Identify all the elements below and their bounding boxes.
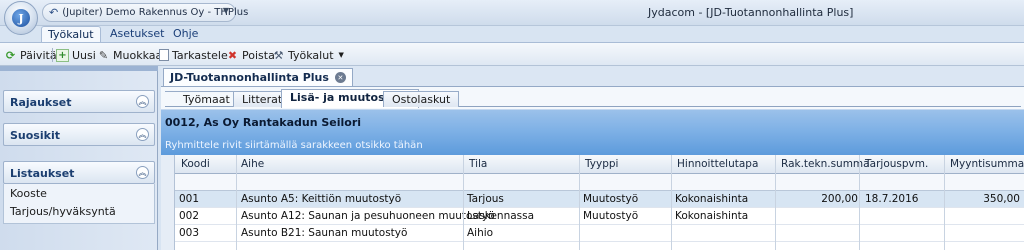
pencil-icon: ✎ bbox=[98, 48, 109, 62]
tools-icon: ⚒ bbox=[273, 48, 284, 62]
new-label: Uusi bbox=[72, 48, 96, 62]
cell-aihe: Asunto A12: Saunan ja pesuhuoneen muutos… bbox=[241, 210, 495, 222]
cell-tyyppi: Muutostyö bbox=[583, 193, 639, 205]
collapse-icon[interactable]: ︽ bbox=[136, 95, 149, 108]
data-grid: Koodi Aihe Tila Tyyppi Hinnoittelutapa R… bbox=[161, 155, 1024, 250]
sidebar-group-title: Rajaukset bbox=[10, 96, 72, 109]
column-header-tila[interactable]: Tila bbox=[469, 158, 487, 170]
column-header-myyntisumma[interactable]: Myyntisumma bbox=[950, 158, 1024, 170]
delete-label: Poista bbox=[242, 48, 275, 62]
column-divider bbox=[859, 155, 860, 250]
column-header-hinnoittelutapa[interactable]: Hinnoittelutapa bbox=[677, 158, 758, 170]
sidebar-item-kooste[interactable]: Kooste bbox=[10, 187, 47, 200]
cell-koodi: 003 bbox=[179, 227, 200, 239]
cell-tila: Laskennassa bbox=[467, 210, 535, 222]
cell-tila: Tarjous bbox=[467, 193, 504, 205]
refresh-icon: ⟳ bbox=[5, 48, 16, 62]
tab-ostolaskut[interactable]: Ostolaskut bbox=[383, 91, 460, 107]
project-header: 0012, As Oy Rantakadun Seilori Ryhmittel… bbox=[161, 109, 1024, 155]
undo-icon[interactable]: ↶ bbox=[49, 6, 58, 19]
collapse-icon[interactable]: ︽ bbox=[136, 128, 149, 141]
toolbar-separator bbox=[52, 48, 53, 62]
tab-tyomaat[interactable]: Työmaat bbox=[165, 91, 239, 107]
delete-icon: ✖ bbox=[227, 48, 238, 62]
column-divider bbox=[579, 155, 580, 250]
app-logo-icon: J bbox=[12, 9, 30, 27]
listaukset-items: Kooste Tarjous/hyväksyntä bbox=[3, 184, 155, 224]
tools-dropdown-button[interactable]: ⚒ Työkalut ▼ bbox=[272, 46, 344, 64]
cell-myyntisumma: 350,00 bbox=[983, 193, 1020, 205]
table-row[interactable]: ▶ 001 Asunto A5: Keittiön muutostyö Tarj… bbox=[161, 191, 1024, 208]
tab-ohje[interactable]: Ohje bbox=[167, 26, 204, 42]
view-button[interactable]: Tarkastele bbox=[159, 46, 228, 64]
cell-hinnoittelutapa: Kokonaishinta bbox=[675, 193, 749, 205]
row-indicator-column bbox=[161, 155, 175, 250]
refresh-button[interactable]: ⟳ Päivitä bbox=[4, 46, 57, 64]
window-title: Jydacom - [JD-Tuotannonhallinta Plus] bbox=[648, 6, 854, 19]
document-area: Työmaat Litterat Lisä- ja muutostyöt Ost… bbox=[161, 86, 1024, 250]
close-icon[interactable]: ✕ bbox=[334, 72, 346, 83]
sidebar-group-suosikit[interactable]: Suosikit ︽ bbox=[3, 123, 155, 146]
tools-label: Työkalut bbox=[288, 48, 334, 62]
document-icon bbox=[159, 49, 169, 61]
table-row[interactable]: 003 Asunto B21: Saunan muutostyö Aihio bbox=[161, 225, 1024, 242]
column-divider bbox=[236, 155, 237, 250]
column-header-koodi[interactable]: Koodi bbox=[181, 158, 210, 170]
document-tab[interactable]: JD-Tuotannonhallinta Plus ✕ bbox=[163, 68, 353, 86]
content-panel: JD-Tuotannonhallinta Plus ✕ Työmaat Litt… bbox=[161, 66, 1024, 250]
navigation-sidebar: Rajaukset ︽ Suosikit ︽ Listaukset ︽ Koos… bbox=[0, 66, 158, 250]
new-button[interactable]: + Uusi bbox=[56, 46, 96, 64]
sub-tabs: Työmaat Litterat Lisä- ja muutostyöt Ost… bbox=[165, 89, 1021, 108]
application-menu-button[interactable]: J bbox=[4, 1, 38, 35]
table-row[interactable]: 002 Asunto A12: Saunan ja pesuhuoneen mu… bbox=[161, 208, 1024, 225]
group-by-drop-area[interactable]: Ryhmittele rivit siirtämällä sarakkeen o… bbox=[165, 140, 423, 151]
collapse-icon[interactable]: ︽ bbox=[136, 166, 149, 179]
cell-aihe: Asunto B21: Saunan muutostyö bbox=[241, 227, 408, 239]
delete-button[interactable]: ✖ Poista bbox=[226, 46, 275, 64]
project-title: 0012, As Oy Rantakadun Seilori bbox=[165, 116, 362, 129]
cell-tarjouspvm: 18.7.2016 bbox=[865, 193, 919, 205]
sidebar-header-strip bbox=[0, 66, 158, 71]
grid-header: Koodi Aihe Tila Tyyppi Hinnoittelutapa R… bbox=[161, 155, 1024, 174]
filter-row[interactable]: ▽ bbox=[161, 174, 1024, 191]
column-header-tyyppi[interactable]: Tyyppi bbox=[585, 158, 618, 170]
quick-access-company: (Jupiter) Demo Rakennus Oy - THPlus bbox=[62, 7, 249, 18]
add-icon: + bbox=[56, 48, 69, 62]
sidebar-group-title: Listaukset bbox=[10, 167, 75, 180]
edit-label: Muokkaa bbox=[113, 48, 163, 62]
cell-hinnoittelutapa: Kokonaishinta bbox=[675, 210, 749, 222]
column-divider bbox=[671, 155, 672, 250]
view-label: Tarkastele bbox=[172, 48, 228, 62]
chevron-down-icon[interactable]: ▼ bbox=[223, 6, 229, 15]
cell-tila: Aihio bbox=[467, 227, 494, 239]
sidebar-group-rajaukset[interactable]: Rajaukset ︽ bbox=[3, 90, 155, 113]
cell-aihe: Asunto A5: Keittiön muutostyö bbox=[241, 193, 402, 205]
sidebar-group-listaukset[interactable]: Listaukset ︽ bbox=[3, 161, 155, 184]
cell-koodi: 001 bbox=[179, 193, 200, 205]
quick-access-toolbar[interactable]: ↶ (Jupiter) Demo Rakennus Oy - THPlus ▼ bbox=[42, 3, 248, 22]
toolbar: ⟳ Päivitä + Uusi ✎ Muokkaa Tarkastele ✖ … bbox=[0, 42, 1024, 66]
chevron-down-icon: ▼ bbox=[338, 51, 344, 59]
column-divider bbox=[775, 155, 776, 250]
edit-button[interactable]: ✎ Muokkaa bbox=[97, 46, 162, 64]
cell-koodi: 002 bbox=[179, 210, 200, 222]
column-header-rak-tekn-summa[interactable]: Rak.tekn.summa bbox=[781, 158, 870, 170]
tab-asetukset[interactable]: Asetukset bbox=[104, 26, 171, 42]
sidebar-item-tarjous-hyvaksynta[interactable]: Tarjous/hyväksyntä bbox=[10, 205, 116, 218]
column-header-tarjouspvm[interactable]: Tarjouspvm. bbox=[865, 158, 928, 170]
column-divider bbox=[463, 155, 464, 250]
cell-tyyppi: Muutostyö bbox=[583, 210, 639, 222]
sidebar-group-title: Suosikit bbox=[10, 129, 60, 142]
title-bar: ↶ (Jupiter) Demo Rakennus Oy - THPlus ▼ … bbox=[0, 0, 1024, 26]
column-divider bbox=[944, 155, 945, 250]
tab-tyokalut[interactable]: Työkalut bbox=[41, 26, 101, 42]
column-header-aihe[interactable]: Aihe bbox=[241, 158, 264, 170]
ribbon-tabs: Työkalut Asetukset Ohje bbox=[0, 26, 1024, 42]
document-tab-title: JD-Tuotannonhallinta Plus bbox=[170, 71, 329, 84]
cell-rak-tekn-summa: 200,00 bbox=[821, 193, 858, 205]
